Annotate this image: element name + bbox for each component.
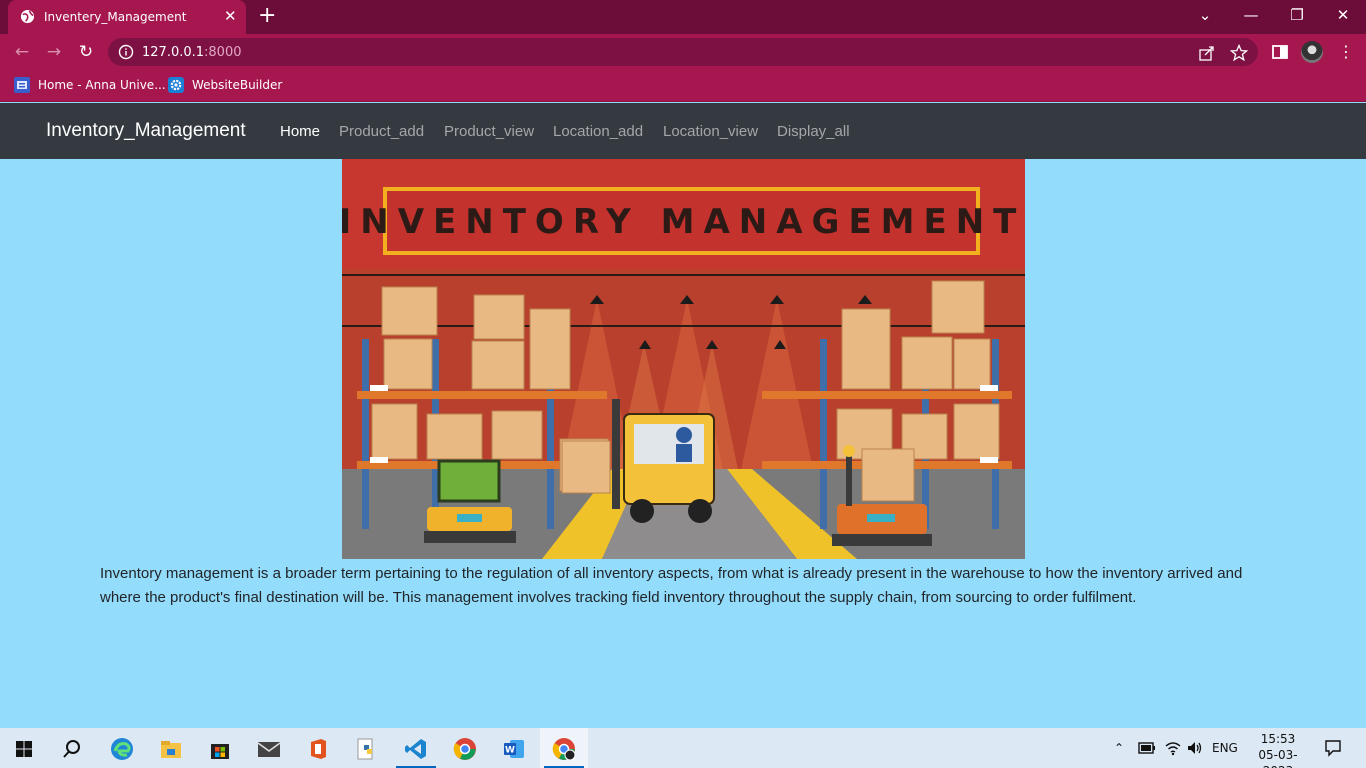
restore-icon[interactable]: ❐ xyxy=(1274,0,1320,30)
vscode-icon xyxy=(405,739,426,759)
svg-text:W: W xyxy=(505,746,515,756)
python-icon xyxy=(357,738,373,760)
nav-link-location-view[interactable]: Location_view xyxy=(663,123,758,141)
inventory-description: Inventory management is a broader term p… xyxy=(100,565,1243,606)
new-tab-plus-icon[interactable]: + xyxy=(258,4,276,28)
side-panel-icon[interactable] xyxy=(1270,42,1290,62)
minimize-icon[interactable]: — xyxy=(1228,0,1274,30)
nav-link-home[interactable]: Home xyxy=(280,123,320,141)
reload-icon[interactable]: ↻ xyxy=(74,40,98,64)
bookmarks-bar: Home - Anna Unive... WebsiteBuilder xyxy=(0,70,1366,102)
bookmark-star-icon[interactable] xyxy=(1230,44,1248,62)
notifications-icon[interactable] xyxy=(1324,739,1342,757)
url-text: 127.0.0.1:8000 xyxy=(142,45,242,60)
browser-toolbar: ← → ↻ 127.0.0.1:8000 ⋮ xyxy=(0,34,1366,70)
taskbar-word[interactable]: W xyxy=(490,728,538,768)
taskbar-chrome[interactable] xyxy=(441,728,489,768)
anna-university-icon xyxy=(14,77,30,93)
office-icon xyxy=(311,739,326,759)
warehouse-illustration-svg: INVENTORY MANAGEMENT xyxy=(342,159,1025,559)
window-close-icon[interactable]: ✕ xyxy=(1320,0,1366,30)
taskbar-chrome-active[interactable] xyxy=(540,728,588,768)
wifi-icon[interactable] xyxy=(1164,740,1182,756)
forward-arrow-icon[interactable]: → xyxy=(42,40,66,64)
globe-icon xyxy=(20,9,35,24)
nav-link-product-view[interactable]: Product_view xyxy=(444,123,534,141)
show-hidden-icons-chevron-icon[interactable]: ⌃ xyxy=(1114,728,1124,768)
taskbar-file-explorer[interactable] xyxy=(147,728,195,768)
taskbar-office[interactable] xyxy=(294,728,342,768)
mail-icon xyxy=(257,742,281,757)
back-arrow-icon[interactable]: ← xyxy=(10,40,34,64)
clock-date: 05-03-2023 xyxy=(1258,748,1298,768)
profile-avatar[interactable] xyxy=(1301,41,1323,63)
share-icon[interactable] xyxy=(1198,44,1216,62)
browser-tab-active[interactable]: Inventery_Management ✕ xyxy=(8,0,246,34)
file-explorer-icon xyxy=(161,741,181,758)
tab-close-icon[interactable]: ✕ xyxy=(224,6,237,26)
nav-link-display-all[interactable]: Display_all xyxy=(777,123,850,141)
taskbar-vscode[interactable] xyxy=(392,728,440,768)
address-bar[interactable]: 127.0.0.1:8000 xyxy=(108,38,1258,66)
system-clock[interactable]: 15:53 05-03-2023 xyxy=(1246,731,1310,768)
clock-time: 15:53 xyxy=(1260,732,1296,746)
taskbar-python[interactable] xyxy=(343,728,391,768)
language-indicator[interactable]: ENG xyxy=(1212,728,1238,768)
start-button[interactable] xyxy=(0,728,48,768)
tab-search-chevron-icon[interactable]: ⌄ xyxy=(1182,0,1228,30)
browser-titlebar: Inventery_Management ✕ + ⌄ — ❐ ✕ xyxy=(0,0,1366,34)
word-icon: W xyxy=(504,740,524,758)
taskbar-mail[interactable] xyxy=(245,728,293,768)
nav-link-location-add[interactable]: Location_add xyxy=(553,123,643,141)
inventory-warehouse-illustration: INVENTORY MANAGEMENT xyxy=(342,159,1025,559)
bookmark-label: WebsiteBuilder xyxy=(192,78,283,92)
chrome-active-icon xyxy=(552,738,576,761)
taskbar-store[interactable] xyxy=(196,728,244,768)
url-port: :8000 xyxy=(204,45,242,60)
taskbar-search[interactable] xyxy=(48,728,96,768)
volume-icon[interactable] xyxy=(1186,740,1204,756)
more-menu-icon[interactable]: ⋮ xyxy=(1338,42,1354,62)
start-icon xyxy=(16,741,32,757)
taskbar-edge[interactable] xyxy=(98,728,146,768)
chrome-icon xyxy=(453,738,476,760)
search-icon xyxy=(63,740,80,758)
bookmark-label: Home - Anna Unive... xyxy=(38,78,166,92)
store-icon xyxy=(211,744,229,759)
navbar-brand[interactable]: Inventory_Management xyxy=(46,120,246,142)
battery-icon[interactable] xyxy=(1138,740,1156,756)
edge-icon xyxy=(111,738,133,760)
tab-title: Inventery_Management xyxy=(44,10,187,24)
url-host: 127.0.0.1 xyxy=(142,45,205,60)
banner-text: INVENTORY MANAGEMENT xyxy=(342,202,1025,242)
websitebuilder-gear-icon xyxy=(168,77,184,93)
site-navbar: Inventory_Management Home Product_add Pr… xyxy=(0,103,1366,159)
nav-link-product-add[interactable]: Product_add xyxy=(339,123,424,141)
windows-taskbar: W ⌃ ENG 15:53 05-03-2023 xyxy=(0,728,1366,768)
site-info-icon[interactable] xyxy=(118,44,134,60)
